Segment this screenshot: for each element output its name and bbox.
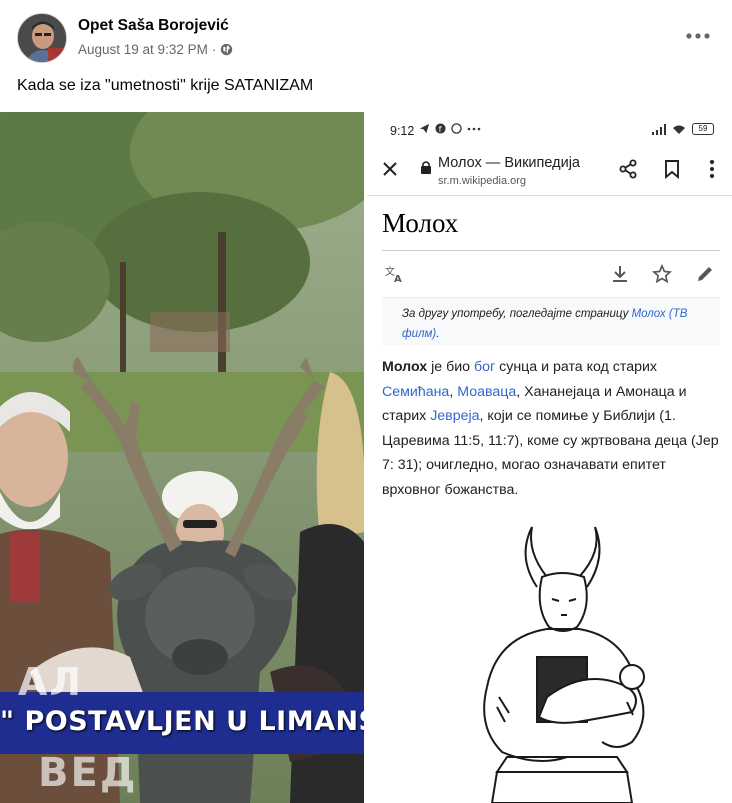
ticker-ghost-text-top: АЛ	[18, 660, 83, 704]
wifi-icon	[673, 125, 685, 134]
paragraph-text: је био	[427, 359, 474, 375]
battery-icon: 59	[692, 123, 714, 135]
browser-url[interactable]: sr.m.wikipedia.org	[438, 175, 526, 187]
more-notifications-icon	[467, 127, 481, 130]
paragraph-text: сунца и рата код старих	[495, 359, 658, 375]
title-divider	[382, 250, 720, 251]
moloch-engraving[interactable]	[427, 517, 697, 803]
post-header: Opet Saša Borojević August 19 at 9:32 PM…	[0, 0, 732, 70]
avatar[interactable]	[17, 13, 67, 63]
telegram-icon	[419, 123, 430, 134]
browser-toolbar: Молох — Википедија sr.m.wikipedia.org	[367, 148, 732, 190]
video-still[interactable]: АЛ " POSTAVLJEN U LIMANSKO ВЕД	[0, 112, 364, 803]
post-caption: Kada se iza "umetnosti" krije SATANIZAM	[17, 77, 314, 94]
post-media[interactable]: АЛ " POSTAVLJEN U LIMANSKO ВЕД 9:12 f 59…	[0, 112, 732, 803]
author-name[interactable]: Opet Saša Borojević	[78, 17, 229, 35]
link-jevreji[interactable]: Јевреја	[430, 408, 479, 424]
post-timestamp[interactable]: August 19 at 9:32 PM	[78, 42, 208, 57]
kebab-menu-icon[interactable]	[703, 159, 721, 179]
browser-page-title: Молох — Википедија	[438, 155, 580, 171]
star-icon[interactable]	[652, 264, 672, 284]
hatnote-prefix: За другу употребу, погледајте страницу	[402, 308, 632, 320]
share-icon[interactable]	[618, 159, 638, 179]
link-semicani[interactable]: Семићана	[382, 384, 449, 400]
edit-pencil-icon[interactable]	[695, 264, 715, 284]
language-icon[interactable]: 文A	[385, 264, 405, 284]
close-icon[interactable]	[381, 160, 399, 178]
link-moavci[interactable]: Моаваца	[457, 384, 516, 400]
hatnote: За другу употребу, погледајте страницу М…	[382, 298, 720, 345]
more-options-icon[interactable]	[684, 22, 712, 50]
globe-icon[interactable]	[220, 43, 233, 56]
news-ticker-text: " POSTAVLJEN U LIMANSKO	[0, 706, 364, 737]
ticker-ghost-text-bottom: ВЕД	[38, 750, 138, 796]
hatnote-suffix: .	[436, 328, 440, 340]
article-title: Молох	[382, 208, 459, 238]
status-notification-icons: f	[419, 123, 481, 134]
link-bog[interactable]: бог	[474, 359, 495, 375]
signal-icon	[652, 123, 666, 135]
download-icon[interactable]	[610, 264, 630, 284]
phone-screenshot[interactable]: 9:12 f 59 Молох — Википедија sr.m.wikipe…	[367, 112, 732, 803]
paragraph-bold-term: Молох	[382, 359, 428, 375]
lock-icon	[421, 161, 431, 174]
facebook-icon: f	[435, 123, 446, 134]
article-paragraph: Молох је био бог сунца и рата код старих…	[382, 355, 722, 502]
post-meta: August 19 at 9:32 PM ·	[78, 42, 233, 57]
viber-icon	[451, 123, 462, 134]
status-system-icons: 59	[652, 123, 714, 135]
status-time: 9:12	[390, 124, 415, 138]
bookmark-icon[interactable]	[663, 159, 681, 179]
svg-text:A: A	[394, 274, 402, 284]
status-bar: 9:12 f 59	[367, 112, 732, 146]
article-toolbar: 文A	[367, 260, 732, 290]
toolbar-divider	[367, 195, 732, 196]
meta-separator: ·	[211, 42, 217, 57]
